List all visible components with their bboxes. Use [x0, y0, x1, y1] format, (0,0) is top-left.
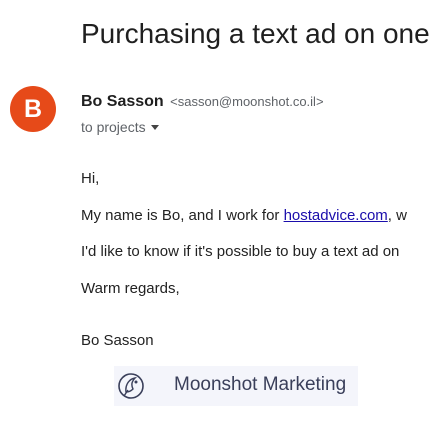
- email-subject: Purchasing a text ad on one: [81, 18, 430, 49]
- sender-line: Bo Sasson <sasson@moonshot.co.il>: [81, 93, 324, 111]
- sender-name[interactable]: Bo Sasson: [81, 93, 164, 110]
- body-intro-text: My name is Bo, and I work for: [81, 207, 284, 224]
- body-request-line: I'd like to know if it's possible to buy…: [81, 243, 400, 260]
- body-intro-line: My name is Bo, and I work for hostadvice…: [81, 207, 407, 224]
- body-sign-name: Bo Sasson: [81, 332, 154, 349]
- moonshot-logo-icon: [118, 373, 144, 399]
- caret-down-icon[interactable]: [150, 125, 159, 130]
- recipients-dropdown[interactable]: to projects: [81, 119, 159, 135]
- sender-email: <sasson@moonshot.co.il>: [170, 94, 324, 109]
- recipients-label: to projects: [81, 119, 146, 135]
- avatar-letter: B: [23, 94, 43, 123]
- signature-banner: Moonshot Marketing: [114, 366, 358, 406]
- signature-company: Moonshot Marketing: [174, 374, 347, 395]
- body-greeting: Hi,: [81, 170, 100, 187]
- body-intro-tail: , w: [387, 207, 407, 224]
- body-closing: Warm regards,: [81, 280, 180, 297]
- hostadvice-link[interactable]: hostadvice.com: [284, 207, 388, 224]
- sender-avatar[interactable]: B: [10, 86, 56, 132]
